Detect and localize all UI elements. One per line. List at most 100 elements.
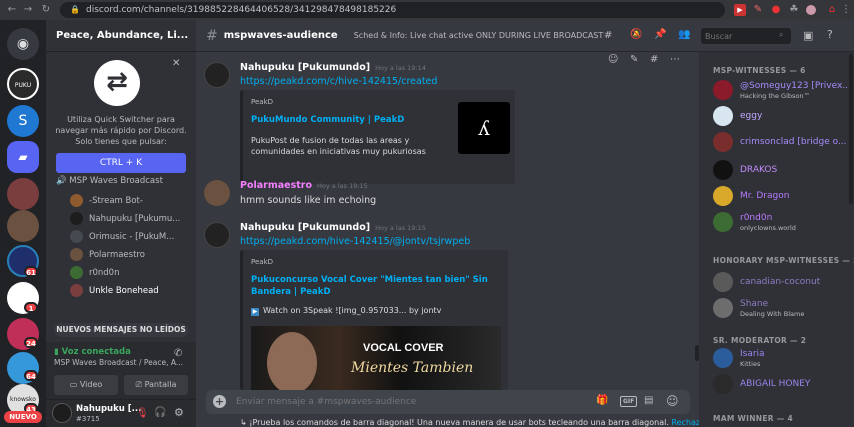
message-text: hmm sounds like im echoing <box>240 195 377 206</box>
member-name: ABIGAIL HONEY <box>740 379 811 389</box>
member-item[interactable]: eggy <box>713 104 853 128</box>
video-caption: VOCAL COVER <box>363 342 444 354</box>
server-icon[interactable] <box>7 178 39 210</box>
avatar <box>713 298 733 318</box>
quick-switcher-shortcut-button[interactable]: CTRL + K <box>56 153 186 173</box>
member-item[interactable]: @Someguy123 [Privex... Hacking the Gibson… <box>713 78 853 102</box>
member-item[interactable]: r0nd0n onlyclowns.world <box>713 210 853 234</box>
play-icon: ▶ <box>251 308 259 316</box>
dismiss-hint-link[interactable]: Rechazar <box>671 418 699 427</box>
embed-title[interactable]: Pukuconcurso Vocal Cover "Mientes tan bi… <box>251 274 501 298</box>
menu-icon[interactable]: ⋮ <box>840 4 852 16</box>
discord-home-icon[interactable]: ◉ <box>7 28 39 60</box>
extension-icon[interactable]: ● <box>770 4 782 16</box>
new-messages-bar[interactable]: NUEVOS MENSAJES NO LEÍDOS <box>54 323 188 337</box>
hashtag-icon: # <box>206 27 218 44</box>
slash-commands-hint: ↳ ¡Prueba los comandos de barra diagonal… <box>240 418 699 427</box>
member-item[interactable]: DRAKOS <box>713 158 853 182</box>
member-list-icon[interactable]: 👥 <box>678 29 690 40</box>
voice-user-name: Polarmaestro <box>89 249 145 260</box>
address-bar[interactable]: 🔒 discord.com/channels/31988522846440652… <box>60 2 725 18</box>
forward-icon[interactable]: → <box>22 4 34 16</box>
profile-avatar[interactable] <box>806 5 816 15</box>
voice-connection-panel: ▮ Voz conectada MSP Waves Broadcast / Pe… <box>46 342 196 400</box>
message-author[interactable]: Nahupuku [Pukumundo] Hoy a las 19:15 <box>240 222 426 233</box>
search-input[interactable] <box>701 28 791 44</box>
member-status: onlyclowns.world <box>740 224 796 232</box>
message-link[interactable]: https://peakd.com/hive-142415/@jontv/tsj… <box>240 236 470 247</box>
avatar[interactable] <box>204 222 230 248</box>
voice-user[interactable]: r0nd0n <box>70 264 119 281</box>
server-icon[interactable] <box>7 210 39 242</box>
member-name: Isaria <box>740 349 765 359</box>
help-icon[interactable]: ? <box>827 28 833 41</box>
attach-plus-icon[interactable]: + <box>213 395 226 408</box>
close-icon[interactable]: ✕ <box>172 58 180 69</box>
inbox-icon[interactable]: ▣ <box>803 29 813 42</box>
member-scrollbar[interactable] <box>849 54 853 204</box>
gif-icon[interactable]: GIF <box>620 396 638 407</box>
avatar <box>713 212 733 232</box>
back-icon[interactable]: ← <box>6 4 18 16</box>
extension-icon[interactable]: ☘ <box>788 4 800 16</box>
voice-user[interactable]: Nahupuku [Pukumu... <box>70 210 180 227</box>
search-icon: ⌕ <box>779 30 784 39</box>
voice-user[interactable]: Orimusic - [PukuM... <box>70 228 174 245</box>
channel-header: # mspwaves-audience Sched & Info: Live c… <box>196 20 699 52</box>
unread-badge: 1 <box>24 302 38 313</box>
avatar[interactable] <box>52 403 72 423</box>
channel-sidebar: Peace, Abundance, Li... ✕ ⇄ Utiliza Quic… <box>46 20 196 427</box>
voice-user[interactable]: Unkle Bonehead <box>70 282 159 299</box>
screen-share-button[interactable]: ⎚ Pantalla <box>124 375 188 395</box>
emoji-icon[interactable]: ☺ <box>666 394 679 408</box>
folder-icon[interactable]: ▰ <box>7 141 39 173</box>
embed-thumbnail-logo-icon[interactable]: ʎ <box>458 102 510 154</box>
extension-icon[interactable]: ▶ <box>734 4 746 16</box>
embed-description-text: Watch on 3Speak ![img_0.957033... by jon… <box>263 306 442 315</box>
link-embed: PeakD PukuMundo Community | PeakD PukuPo… <box>240 90 515 184</box>
timestamp: Hoy a las 19:14 <box>375 64 426 72</box>
voice-user[interactable]: -Stream Bot- <box>70 192 143 209</box>
extension-icon[interactable]: ✎ <box>752 4 764 16</box>
gift-icon[interactable]: 🎁 <box>596 395 608 406</box>
message-author[interactable]: Polarmaestro Hoy a las 19:15 <box>240 180 368 191</box>
reload-icon[interactable]: ↻ <box>40 4 52 16</box>
member-item[interactable]: Mr. Dragon <box>713 184 853 208</box>
deafen-icon[interactable]: 🎧 <box>154 407 166 418</box>
voice-user-name: r0nd0n <box>89 267 120 278</box>
notification-bell-icon[interactable]: 🔕 <box>630 29 642 40</box>
avatar[interactable] <box>204 62 230 88</box>
member-name: DRAKOS <box>740 165 778 175</box>
browser-toolbar: ← → ↻ 🔒 discord.com/channels/31988522846… <box>0 0 854 20</box>
member-status: Hacking the Gibson™ <box>740 92 811 100</box>
server-icon[interactable]: S <box>7 105 39 137</box>
member-item[interactable]: ABIGAIL HONEY <box>713 372 853 396</box>
embed-title[interactable]: PukuMundo Community | PeakD <box>251 115 404 125</box>
message-link[interactable]: https://peakd.com/c/hive-142415/created <box>240 76 437 87</box>
server-icon[interactable]: PUKU <box>7 68 39 100</box>
embed-video-thumbnail[interactable]: VOCAL COVER Mientes Tambien <box>251 326 501 390</box>
channel-topic[interactable]: Sched & Info: Live chat active ONLY DURI… <box>354 31 604 40</box>
voice-channel[interactable]: 🔊 MSP Waves Broadcast <box>56 176 163 186</box>
message-input[interactable] <box>236 393 576 411</box>
member-item[interactable]: Isaria Kitties <box>713 346 853 370</box>
member-item[interactable]: canadian-coconut <box>713 270 853 294</box>
voice-user[interactable]: Polarmaestro <box>70 246 145 263</box>
disconnect-icon[interactable]: ✆ <box>174 348 182 359</box>
video-button[interactable]: ▭ Video <box>54 375 118 395</box>
video-label: Video <box>79 380 103 389</box>
video-face <box>267 332 317 390</box>
threads-icon[interactable]: # <box>604 30 612 41</box>
user-tag: #3715 <box>76 415 100 423</box>
member-item[interactable]: Shane Dealing With Blame <box>713 296 853 320</box>
sticker-icon[interactable]: ▤ <box>644 395 653 406</box>
author-name: Nahupuku [Pukumundo] <box>240 62 371 73</box>
server-header[interactable]: Peace, Abundance, Li... <box>46 20 196 52</box>
member-item[interactable]: crimsonclad [bridge o... <box>713 130 853 154</box>
settings-gear-icon[interactable]: ⚙ <box>174 406 184 419</box>
extension-icon[interactable]: ⌂ <box>826 4 838 16</box>
mute-icon[interactable]: 🎙 <box>136 408 149 419</box>
avatar[interactable] <box>204 180 230 206</box>
pin-icon[interactable]: 📌 <box>654 29 666 40</box>
message-author[interactable]: Nahupuku [Pukumundo] Hoy a las 19:14 <box>240 62 426 73</box>
